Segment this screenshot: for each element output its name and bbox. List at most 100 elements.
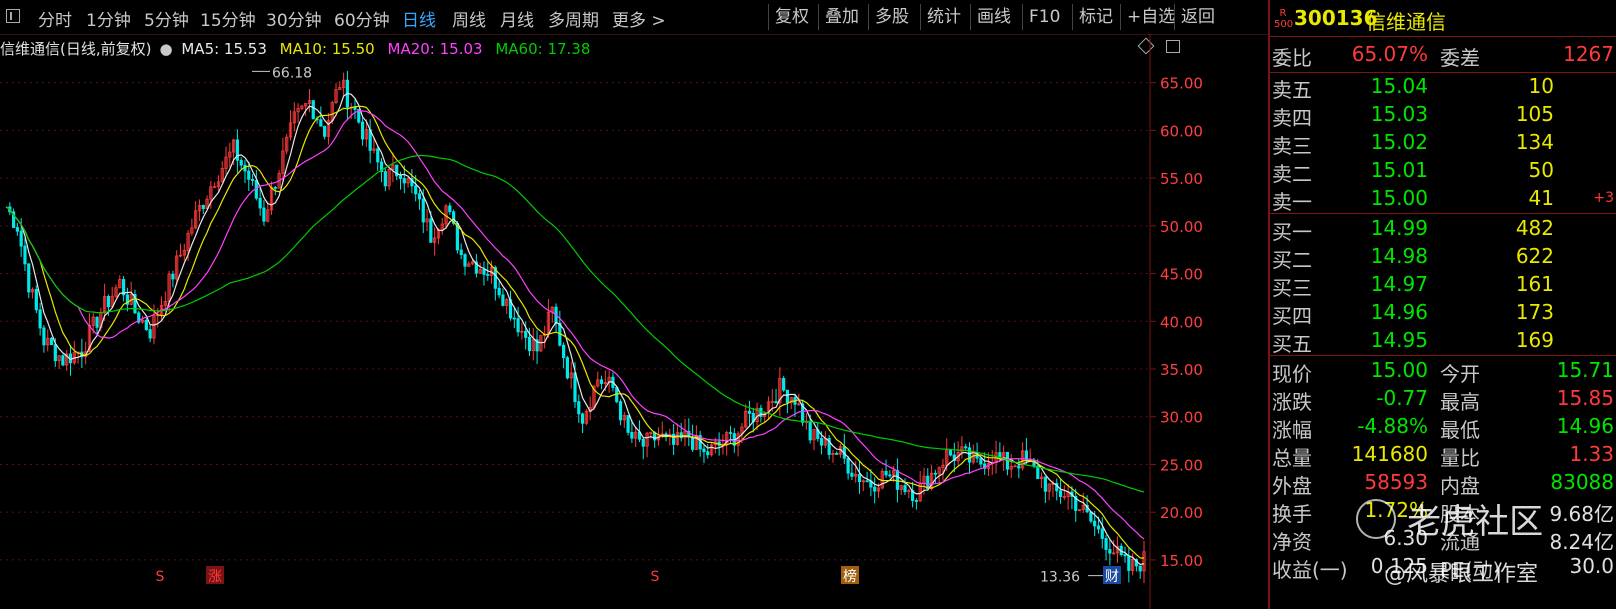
chart-marker: S (156, 569, 165, 585)
stat-row: 总量 141680 量比 1.33 (1270, 442, 1616, 470)
period-tab[interactable]: 周线 (452, 6, 486, 31)
stat-row: 现价 15.00 今开 15.71 (1270, 358, 1616, 386)
candle-body (144, 319, 148, 331)
ask-row[interactable]: 卖三 15.02 134 (1270, 130, 1616, 158)
candle-body (49, 337, 54, 346)
candle-body (106, 296, 111, 308)
bid-price: 14.95 (1370, 328, 1428, 352)
period-tab[interactable]: 多周期 (548, 6, 599, 31)
y-tick-label: 30.00 (1160, 409, 1203, 427)
candle-body (213, 186, 217, 189)
bid-row[interactable]: 买二 14.98 622 (1270, 244, 1616, 272)
bid-row[interactable]: 买五 14.95 169 (1270, 328, 1616, 356)
candle-body (565, 357, 570, 379)
period-tab[interactable]: 月线 (500, 6, 534, 31)
candle-body (702, 448, 706, 453)
stat-label: 今开 (1440, 362, 1480, 386)
candle-body (1123, 554, 1127, 557)
toolbar: 分时 1分钟 5分钟 15分钟 30分钟 60分钟 日线 周线 月线 多周期 更多 > 复权 叠加 多股… (0, 0, 1268, 35)
candle-body (512, 317, 516, 320)
candle-body (808, 420, 812, 441)
candle-body (482, 269, 486, 275)
candle-body (626, 415, 630, 433)
stat-value: 8.24亿 (1549, 530, 1614, 554)
bid-row[interactable]: 买一 14.99 482 (1270, 216, 1616, 244)
candle-body (398, 175, 403, 179)
stat-label: 收益(一) (1272, 558, 1348, 582)
period-tab[interactable]: 分时 (38, 6, 72, 31)
candle-body (524, 330, 528, 338)
watermark-main: 老虎社区 (1407, 502, 1544, 542)
bid-row[interactable]: 买三 14.97 161 (1270, 272, 1616, 300)
ask-row[interactable]: 卖五 15.04 10 (1270, 74, 1616, 102)
candle-body (1104, 538, 1108, 550)
candle-body (27, 263, 31, 293)
weibi-value: 65.07% (1351, 42, 1428, 66)
candle-body (933, 472, 937, 475)
chart-marker: S (651, 569, 660, 585)
period-tab[interactable]: 日线 (402, 6, 436, 31)
bid-price: 14.99 (1370, 216, 1428, 240)
stat-label: 量比 (1440, 446, 1480, 470)
candle-body (782, 378, 786, 391)
ask-label: 卖二 (1272, 162, 1312, 186)
period-tab[interactable]: 15分钟 (200, 6, 256, 31)
bid-price: 14.96 (1370, 300, 1428, 324)
tool-button[interactable]: F10 (1022, 4, 1066, 30)
tool-button[interactable]: 标记 (1072, 4, 1119, 30)
stat-label: 换手 (1272, 502, 1312, 526)
period-tab[interactable]: 60分钟 (334, 6, 390, 31)
y-tick-label: 65.00 (1160, 75, 1203, 93)
candle-body (577, 401, 581, 415)
weibi-label: 委比 (1272, 46, 1312, 70)
y-tick-label: 55.00 (1160, 170, 1203, 188)
tool-button[interactable]: +自选 (1120, 4, 1181, 30)
y-tick-label: 15.00 (1160, 552, 1203, 570)
bid-row[interactable]: 买四 14.96 173 (1270, 300, 1616, 328)
bid-volume: 482 (1515, 216, 1554, 240)
candle-body (262, 207, 266, 222)
tool-button[interactable]: 返回 (1174, 4, 1221, 30)
period-tab[interactable]: 5分钟 (144, 6, 189, 31)
candle-body (323, 125, 327, 137)
stock-title: R 500 300136 信维通信 (1270, 6, 1616, 34)
ma10-line (5, 105, 1145, 559)
watermark: 老虎社区 (1356, 494, 1543, 543)
bid-label: 买四 (1272, 304, 1312, 328)
candle-body (884, 470, 888, 476)
period-tab[interactable]: 30分钟 (266, 6, 322, 31)
ma20-line (5, 110, 1145, 540)
tool-button[interactable]: 叠加 (818, 4, 865, 30)
period-tab[interactable]: 1分钟 (86, 6, 131, 31)
bid-volume: 622 (1515, 244, 1554, 268)
stat-label: 总量 (1272, 446, 1312, 470)
ask-label: 卖一 (1272, 190, 1312, 214)
tool-button[interactable]: 统计 (920, 4, 967, 30)
candle-body (747, 410, 752, 414)
tool-button[interactable]: 画线 (970, 4, 1017, 30)
ask-row[interactable]: 卖四 15.03 105 (1270, 102, 1616, 130)
ask-row[interactable]: 卖一 15.00 41 +3 (1270, 186, 1616, 214)
candle-body (95, 316, 99, 328)
candle-body (1127, 555, 1131, 571)
stat-label: 涨幅 (1272, 418, 1312, 442)
candle-body (448, 205, 452, 213)
ask-price: 15.03 (1370, 102, 1428, 126)
tool-button[interactable]: 复权 (768, 4, 815, 30)
candle-body (23, 245, 27, 265)
candle-body (926, 475, 930, 490)
tool-button[interactable]: 多股 (868, 4, 915, 30)
candle-body (1043, 476, 1047, 492)
stat-label: 涨跌 (1272, 390, 1312, 414)
ask-volume: 10 (1528, 74, 1554, 98)
candle-body (618, 401, 623, 421)
period-tab[interactable]: 更多 > (612, 6, 666, 31)
ask-label: 卖三 (1272, 134, 1312, 158)
candle-body (247, 170, 251, 180)
kline-chart[interactable]: 65.00 60.00 55.00 50.00 45.00 40.00 35.00 30.00… (0, 34, 1268, 609)
chart-marker: 财 (1105, 569, 1119, 585)
candle-body (201, 205, 205, 210)
ask-row[interactable]: 卖二 15.01 50 (1270, 158, 1616, 186)
menu-icon[interactable] (6, 9, 20, 23)
candle-body (672, 433, 676, 445)
